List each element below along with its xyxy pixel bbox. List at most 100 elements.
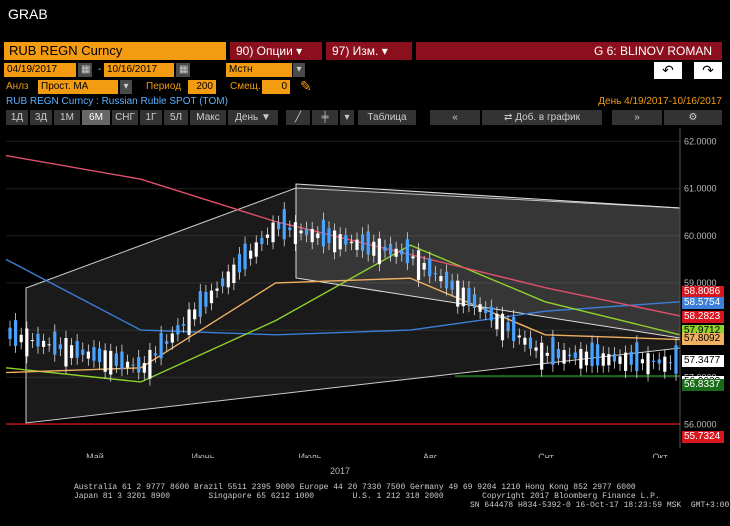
calendar-icon[interactable]: ▦ bbox=[78, 63, 92, 77]
candle-body[interactable] bbox=[668, 362, 673, 364]
candle-body[interactable] bbox=[579, 349, 583, 369]
tab-1y[interactable]: 1Г bbox=[140, 110, 162, 125]
candle-body[interactable] bbox=[232, 264, 236, 284]
candle-body[interactable] bbox=[288, 227, 292, 231]
candle-body[interactable] bbox=[500, 313, 505, 341]
scroll-right-icon[interactable]: » bbox=[612, 110, 662, 125]
tab-5y[interactable]: 5Л bbox=[164, 110, 188, 125]
candle-body[interactable] bbox=[181, 323, 186, 326]
candle-body[interactable] bbox=[478, 304, 482, 312]
candle-body[interactable] bbox=[293, 222, 298, 245]
price-chart[interactable]: 62.000061.000060.000059.000058.000057.00… bbox=[0, 128, 730, 458]
analysis-field[interactable]: Прост. MA bbox=[38, 80, 118, 94]
candle-body[interactable] bbox=[349, 241, 353, 244]
candle-body[interactable] bbox=[338, 234, 342, 250]
candle-body[interactable] bbox=[114, 353, 118, 366]
tab-3d[interactable]: 3Д bbox=[30, 110, 52, 125]
gear-icon[interactable]: ⚙ bbox=[664, 110, 722, 125]
candle-body[interactable] bbox=[629, 351, 633, 365]
candle-body[interactable] bbox=[388, 243, 393, 255]
candle-body[interactable] bbox=[640, 359, 645, 364]
candle-body[interactable] bbox=[86, 351, 90, 359]
candle-body[interactable] bbox=[209, 290, 214, 304]
candle-body[interactable] bbox=[97, 348, 102, 363]
candle-body[interactable] bbox=[176, 325, 180, 335]
candle-body[interactable] bbox=[30, 340, 34, 342]
candle-body[interactable] bbox=[422, 262, 426, 270]
candle-body[interactable] bbox=[663, 356, 667, 372]
candle-body[interactable] bbox=[41, 340, 46, 347]
candle-body[interactable] bbox=[260, 237, 264, 245]
candle-body[interactable] bbox=[243, 243, 247, 270]
redo-icon[interactable]: ↷ bbox=[694, 62, 722, 79]
candle-body[interactable] bbox=[512, 317, 516, 342]
candle-body[interactable] bbox=[265, 234, 270, 238]
candle-chart-icon[interactable]: ╪ bbox=[312, 110, 338, 125]
candle-body[interactable] bbox=[377, 238, 381, 265]
candle-body[interactable] bbox=[226, 271, 230, 288]
candle-body[interactable] bbox=[562, 350, 566, 364]
candle-body[interactable] bbox=[472, 294, 477, 309]
frequency-dropdown[interactable]: День ▼ bbox=[228, 110, 278, 125]
candle-body[interactable] bbox=[25, 328, 29, 357]
candle-body[interactable] bbox=[305, 228, 309, 236]
candle-body[interactable] bbox=[249, 250, 253, 259]
candle-body[interactable] bbox=[321, 219, 326, 247]
calendar-icon[interactable]: ▦ bbox=[176, 63, 190, 77]
chevron-down-icon[interactable]: ▾ bbox=[340, 110, 354, 125]
candle-body[interactable] bbox=[165, 341, 169, 344]
tab-1d[interactable]: 1Д bbox=[6, 110, 28, 125]
candle-body[interactable] bbox=[193, 309, 197, 320]
candle-body[interactable] bbox=[53, 331, 57, 355]
candle-body[interactable] bbox=[282, 209, 286, 240]
candle-body[interactable] bbox=[47, 344, 51, 346]
candle-body[interactable] bbox=[635, 342, 639, 372]
candle-body[interactable] bbox=[400, 250, 404, 255]
candle-body[interactable] bbox=[299, 230, 303, 234]
candle-body[interactable] bbox=[215, 288, 219, 291]
candle-body[interactable] bbox=[36, 333, 40, 347]
candle-body[interactable] bbox=[545, 352, 549, 356]
tab-ytd[interactable]: СНГ bbox=[112, 110, 138, 125]
candle-body[interactable] bbox=[333, 230, 337, 253]
tab-1m[interactable]: 1М bbox=[54, 110, 80, 125]
candle-body[interactable] bbox=[254, 242, 258, 257]
candle-body[interactable] bbox=[652, 360, 656, 363]
candle-body[interactable] bbox=[607, 354, 611, 366]
candle-body[interactable] bbox=[411, 256, 415, 259]
candle-body[interactable] bbox=[517, 335, 521, 338]
candle-body[interactable] bbox=[428, 258, 432, 277]
chevron-down-icon[interactable]: ▾ bbox=[293, 63, 305, 77]
candle-body[interactable] bbox=[506, 322, 510, 332]
candle-body[interactable] bbox=[444, 271, 449, 289]
candle-body[interactable] bbox=[394, 248, 398, 257]
undo-icon[interactable]: ↶ bbox=[654, 62, 682, 79]
candle-body[interactable] bbox=[450, 280, 454, 290]
candle-body[interactable] bbox=[148, 349, 152, 379]
pencil-icon[interactable]: ✎ bbox=[300, 78, 312, 95]
candle-body[interactable] bbox=[601, 353, 605, 366]
candle-body[interactable] bbox=[590, 342, 594, 366]
options-menu[interactable]: 90) Опции ▾ bbox=[230, 42, 322, 60]
candle-body[interactable] bbox=[568, 354, 572, 357]
candle-body[interactable] bbox=[75, 341, 79, 358]
candle-body[interactable] bbox=[69, 345, 74, 359]
candle-body[interactable] bbox=[646, 353, 650, 375]
candle-body[interactable] bbox=[137, 357, 141, 373]
candle-body[interactable] bbox=[8, 327, 12, 340]
candle-body[interactable] bbox=[187, 309, 191, 336]
candle-body[interactable] bbox=[131, 364, 135, 366]
candle-body[interactable] bbox=[92, 347, 96, 361]
candle-body[interactable] bbox=[109, 350, 113, 375]
candle-body[interactable] bbox=[495, 313, 499, 330]
group-label[interactable]: G 6: BLINOV ROMAN bbox=[416, 42, 722, 60]
candle-body[interactable] bbox=[204, 291, 208, 307]
candle-body[interactable] bbox=[103, 350, 107, 372]
candle-body[interactable] bbox=[142, 362, 146, 373]
period-field[interactable]: 200 bbox=[188, 80, 216, 94]
candle-body[interactable] bbox=[64, 338, 68, 367]
candle-body[interactable] bbox=[461, 287, 465, 307]
chevron-down-icon[interactable]: ▾ bbox=[120, 80, 132, 94]
candle-body[interactable] bbox=[416, 250, 421, 280]
candle-body[interactable] bbox=[467, 288, 471, 306]
